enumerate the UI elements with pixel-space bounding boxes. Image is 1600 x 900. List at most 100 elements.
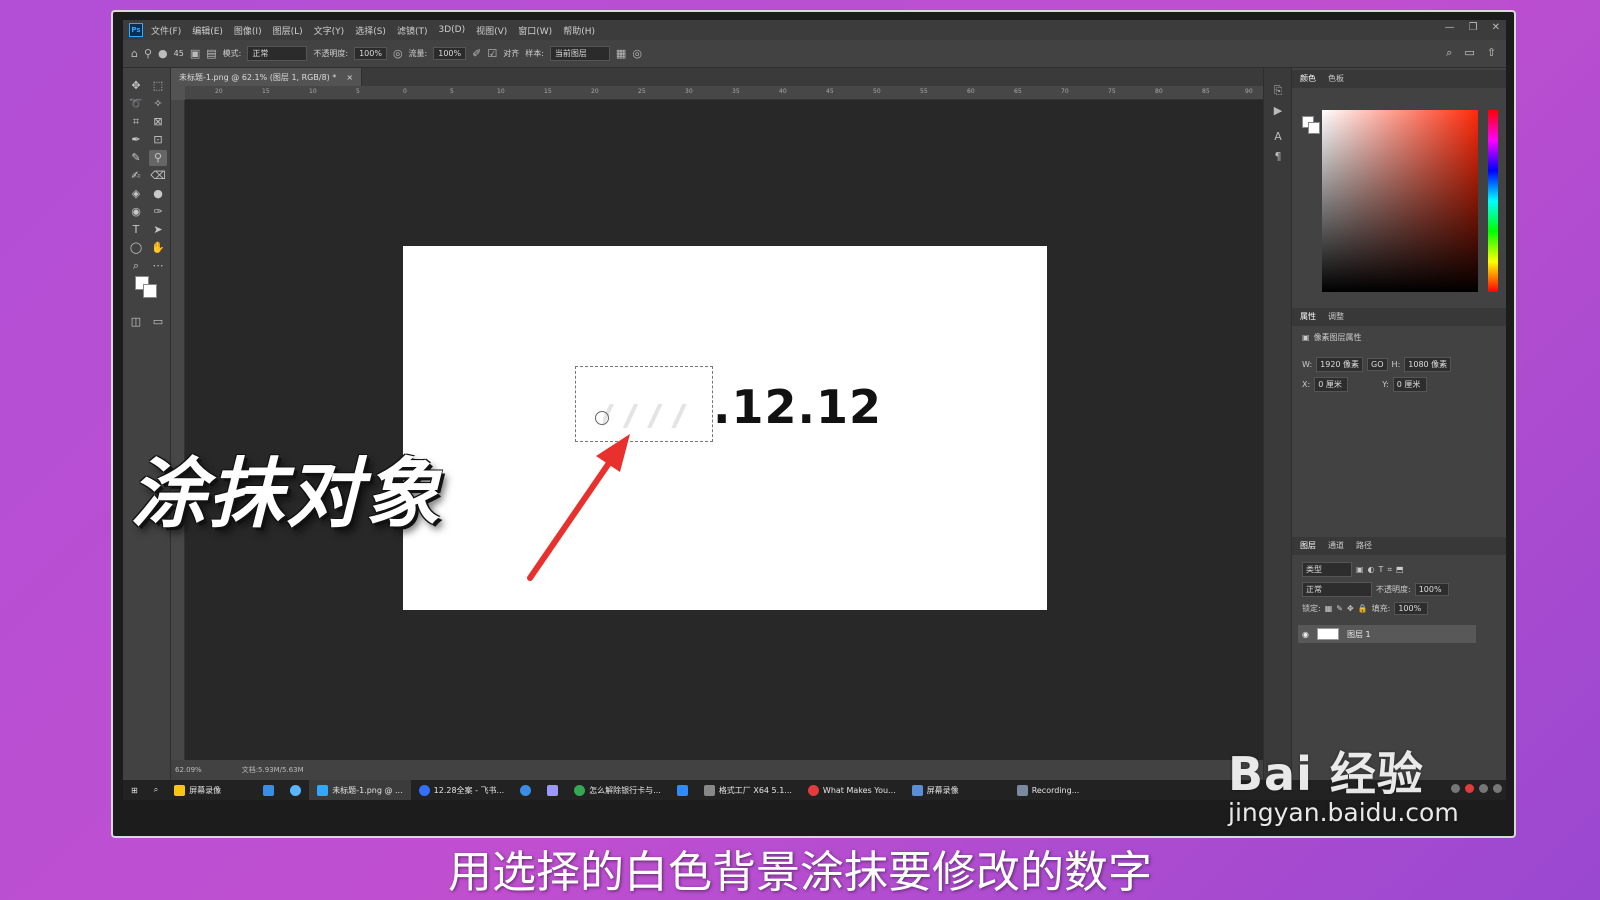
taskbar-item-10[interactable]: What Makes You... [800, 780, 904, 800]
menu-type[interactable]: 文字(Y) [314, 24, 345, 37]
history-brush-icon[interactable]: ✍ [127, 168, 145, 184]
fill-input[interactable]: 100% [1394, 602, 1429, 615]
lock-transparent-icon[interactable]: ▦ [1325, 604, 1333, 613]
mode-select[interactable]: 正常 [247, 46, 308, 61]
taskbar-item-3[interactable]: 未标题-1.png @ ... [309, 780, 411, 800]
brush-size[interactable]: 45 [174, 49, 184, 58]
document-tab[interactable]: 未标题-1.png @ 62.1% (图层 1, RGB/8) * × [171, 68, 363, 86]
frame-tool-icon[interactable]: ⊠ [149, 114, 167, 130]
taskbar-item-0[interactable]: 屏幕录像 [166, 780, 229, 800]
menu-window[interactable]: 窗口(W) [518, 24, 552, 37]
width-input[interactable]: 1920 像素 [1316, 357, 1364, 372]
menu-select[interactable]: 选择(S) [355, 24, 386, 37]
paragraph-icon[interactable]: ¶ [1270, 150, 1286, 166]
height-input[interactable]: 1080 像素 [1404, 357, 1452, 372]
opacity-input[interactable]: 100% [354, 47, 387, 60]
clone-stamp-tool-icon[interactable]: ⚲ [149, 150, 167, 166]
taskbar-item-12[interactable]: Recording... [967, 780, 1088, 800]
document-canvas[interactable]: .12.12 [403, 246, 1047, 610]
airbrush-icon[interactable]: ✐ [472, 47, 481, 60]
maximize-button[interactable]: ❐ [1469, 22, 1478, 33]
menu-layer[interactable]: 图层(L) [273, 24, 303, 37]
brush-preset-icon[interactable]: ● [158, 47, 168, 60]
eyedropper-icon[interactable]: ✒ [127, 132, 145, 148]
actions-play-icon[interactable]: ▶ [1270, 104, 1286, 120]
tab-color[interactable]: 颜色 [1300, 73, 1316, 85]
more-tools-icon[interactable]: ⋯ [149, 258, 167, 274]
taskbar-item-5[interactable] [512, 780, 539, 800]
lock-paint-icon[interactable]: ✎ [1336, 604, 1343, 613]
tab-paths[interactable]: 路径 [1356, 540, 1372, 552]
filter-shape-icon[interactable]: ⌗ [1387, 565, 1392, 575]
crop-tool-icon[interactable]: ⌗ [127, 114, 145, 130]
path-select-icon[interactable]: ➤ [149, 222, 167, 238]
menu-image[interactable]: 图像(I) [234, 24, 262, 37]
character-icon[interactable]: A [1270, 130, 1286, 146]
zoom-level[interactable]: 62.09% [175, 766, 202, 774]
tab-swatches[interactable]: 色板 [1328, 73, 1344, 85]
lock-all-icon[interactable]: 🔒 [1358, 604, 1368, 613]
eraser-tool-icon[interactable]: ⌫ [149, 168, 167, 184]
background-color-swatch[interactable] [143, 284, 157, 298]
pressure-opacity-icon[interactable]: ◎ [393, 47, 403, 60]
hue-slider[interactable] [1488, 110, 1498, 292]
tab-channels[interactable]: 通道 [1328, 540, 1344, 552]
filter-smart-icon[interactable]: ⬒ [1396, 565, 1404, 574]
menu-3d[interactable]: 3D(D) [438, 25, 465, 35]
pressure-size-icon[interactable]: ◎ [632, 47, 642, 60]
filter-type-icon[interactable]: T [1379, 565, 1384, 574]
paint-bucket-icon[interactable]: ◈ [127, 186, 145, 202]
patch-tool-icon[interactable]: ⊡ [149, 132, 167, 148]
layer-item[interactable]: ◉ 图层 1 [1298, 625, 1476, 643]
visibility-eye-icon[interactable]: ◉ [1302, 630, 1309, 639]
hand-tool-icon[interactable]: ✋ [149, 240, 167, 256]
blend-mode-select[interactable]: 正常 [1302, 582, 1372, 597]
tab-properties[interactable]: 属性 [1300, 311, 1316, 323]
taskbar-item-6[interactable] [539, 780, 566, 800]
history-icon[interactable]: ⎘ [1270, 84, 1286, 100]
x-input[interactable]: 0 厘米 [1314, 377, 1349, 392]
quick-mask-icon[interactable]: ◫ [127, 314, 145, 330]
color-picker-field[interactable] [1322, 110, 1478, 292]
tab-adjustments[interactable]: 调整 [1328, 311, 1344, 323]
canvas-area[interactable]: .12.12 [185, 100, 1263, 760]
tab-layers[interactable]: 图层 [1300, 540, 1316, 552]
menu-filter[interactable]: 滤镜(T) [397, 24, 428, 37]
toggle-brush-panel-icon[interactable]: ▣ [190, 47, 200, 60]
taskbar-item-4[interactable]: 12.28全案 - 飞书... [411, 780, 513, 800]
brush-tool-icon[interactable]: ✎ [127, 150, 145, 166]
clone-source-icon[interactable]: ▤ [206, 47, 216, 60]
taskbar-item-2[interactable] [282, 780, 309, 800]
taskbar-item-11[interactable]: 屏幕录像 [904, 780, 967, 800]
y-input[interactable]: 0 厘米 [1392, 377, 1427, 392]
screen-mode-icon[interactable]: ▭ [149, 314, 167, 330]
blur-tool-icon[interactable]: ● [149, 186, 167, 202]
workspace-icon[interactable]: ▭ [1464, 46, 1474, 60]
taskbar-item-9[interactable]: 格式工厂 X64 5.1... [696, 780, 800, 800]
menu-edit[interactable]: 编辑(E) [192, 24, 223, 37]
ellipse-tool-icon[interactable]: ◯ [127, 240, 145, 256]
home-icon[interactable]: ⌂ [131, 47, 138, 60]
lock-position-icon[interactable]: ✥ [1347, 604, 1354, 613]
link-icon[interactable]: GO [1367, 358, 1388, 371]
ignore-adjustment-icon[interactable]: ▦ [616, 47, 626, 60]
sample-select[interactable]: 当前图层 [549, 46, 610, 61]
start-button[interactable]: ⊞ [123, 780, 146, 800]
layer-opacity-input[interactable]: 100% [1414, 583, 1449, 596]
share-icon[interactable]: ⇧ [1487, 46, 1496, 60]
filter-pixel-icon[interactable]: ▣ [1356, 565, 1364, 574]
close-tab-icon[interactable]: × [346, 73, 353, 82]
close-button[interactable]: ✕ [1492, 22, 1500, 33]
magic-wand-icon[interactable]: ✧ [149, 96, 167, 112]
menu-help[interactable]: 帮助(H) [563, 24, 595, 37]
flow-input[interactable]: 100% [433, 47, 467, 60]
taskbar-item-8[interactable] [669, 780, 696, 800]
aligned-checkbox[interactable]: ☑ [487, 47, 497, 60]
move-tool-icon[interactable]: ✥ [127, 78, 145, 94]
search-icon[interactable]: ⌕ [1446, 46, 1452, 60]
menu-file[interactable]: 文件(F) [151, 24, 181, 37]
layer-filter-select[interactable]: 类型 [1302, 562, 1352, 577]
dodge-tool-icon[interactable]: ◉ [127, 204, 145, 220]
type-tool-icon[interactable]: T [127, 222, 145, 238]
pen-tool-icon[interactable]: ✑ [149, 204, 167, 220]
